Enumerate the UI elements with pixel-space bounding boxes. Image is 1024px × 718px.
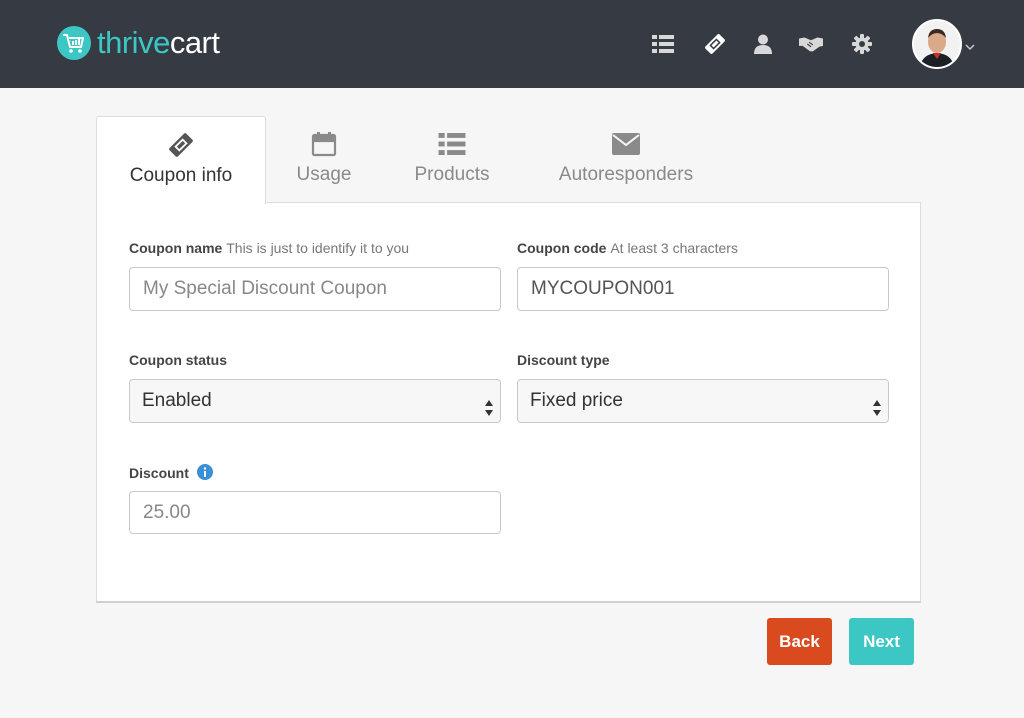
list-icon <box>438 130 466 158</box>
discount-type-label: Discount type <box>517 352 610 368</box>
coupon-name-hint: This is just to identify it to you <box>226 240 410 256</box>
list-icon[interactable] <box>651 32 675 56</box>
select-arrows-icon <box>484 392 494 434</box>
tab-label: Coupon info <box>129 165 233 186</box>
ticket-icon <box>168 131 194 159</box>
tab-coupon-info[interactable]: Coupon info <box>96 116 266 204</box>
thrivecart-logo[interactable]: thrivecart <box>57 25 220 61</box>
coupon-status-label: Coupon status <box>129 352 227 368</box>
select-arrows-icon <box>872 392 882 434</box>
tab-label: Products <box>414 164 490 185</box>
tab-products[interactable]: Products <box>404 116 500 203</box>
coupon-name-label-text: Coupon name <box>129 240 223 256</box>
back-button[interactable]: Back <box>767 618 832 665</box>
discount-input[interactable]: 25.00 <box>129 491 501 534</box>
user-avatar[interactable] <box>912 19 962 69</box>
discount-label: Discount <box>129 464 213 483</box>
chevron-down-icon[interactable] <box>965 38 975 56</box>
logo-text-thrive: thrive <box>97 25 170 60</box>
coupon-name-label: Coupon name This is just to identify it … <box>129 240 409 256</box>
ticket-icon[interactable] <box>703 32 727 56</box>
discount-type-value: Fixed price <box>530 390 623 411</box>
top-header: thrivecart <box>0 0 1024 88</box>
coupon-code-hint: At least 3 characters <box>610 240 738 256</box>
coupon-status-select[interactable]: Enabled <box>129 379 501 423</box>
calendar-icon <box>311 130 337 158</box>
cart-logo-icon <box>57 26 91 60</box>
logo-text: thrivecart <box>97 25 220 61</box>
gear-icon[interactable] <box>850 32 874 56</box>
logo-text-cart: cart <box>169 25 220 60</box>
tab-label: Usage <box>296 164 352 185</box>
discount-label-text: Discount <box>129 465 189 481</box>
handshake-icon[interactable] <box>799 32 823 56</box>
tab-usage[interactable]: Usage <box>280 116 368 203</box>
info-icon[interactable] <box>196 464 213 483</box>
tab-label: Autoresponders <box>558 164 694 185</box>
coupon-info-panel: Coupon name This is just to identify it … <box>96 202 921 603</box>
envelope-icon <box>612 130 640 158</box>
discount-type-select[interactable]: Fixed price <box>517 379 889 423</box>
next-button[interactable]: Next <box>849 618 914 665</box>
coupon-status-value: Enabled <box>142 390 212 411</box>
coupon-name-input[interactable]: My Special Discount Coupon <box>129 267 501 311</box>
user-icon[interactable] <box>751 32 775 56</box>
coupon-code-label: Coupon code At least 3 characters <box>517 240 738 256</box>
coupon-code-input[interactable]: MYCOUPON001 <box>517 267 889 311</box>
tab-autoresponders[interactable]: Autoresponders <box>548 116 704 203</box>
coupon-code-label-text: Coupon code <box>517 240 607 256</box>
